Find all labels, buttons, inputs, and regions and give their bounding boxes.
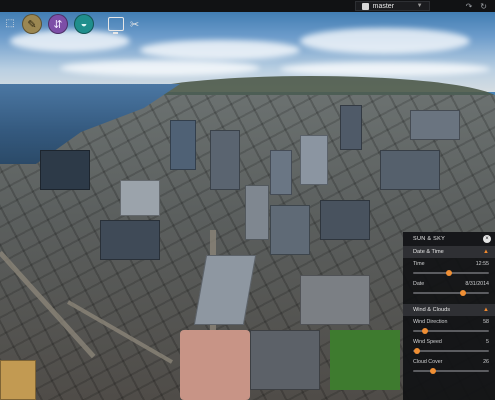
building — [300, 135, 328, 185]
slider-row-wind-speed: Wind Speed 5 — [403, 336, 495, 356]
chevron-down-icon: ▼ — [416, 3, 423, 9]
cursor-icon: ⬚ — [5, 18, 15, 29]
building — [120, 180, 160, 216]
building — [250, 330, 320, 390]
panel-title: SUN & SKY — [413, 236, 446, 242]
slider-thumb[interactable] — [429, 367, 436, 374]
cloud — [140, 40, 300, 60]
branch-icon — [361, 2, 369, 10]
date-slider[interactable] — [413, 289, 489, 297]
park — [330, 330, 400, 390]
slider-track — [413, 350, 489, 352]
slider-value: 58 — [483, 319, 489, 325]
branch-selector[interactable]: master ▼ — [354, 1, 430, 11]
slider-thumb[interactable] — [446, 269, 453, 276]
settings-tool-button[interactable]: ✂ — [130, 18, 139, 31]
section-title: Wind & Clouds — [413, 307, 450, 313]
slider-thumb[interactable] — [422, 327, 429, 334]
select-tool-button[interactable]: ⬚ — [4, 18, 16, 30]
cloud — [280, 62, 490, 76]
present-tool-button[interactable] — [108, 17, 124, 34]
slider-label: Cloud Cover — [413, 359, 443, 365]
slider-row-date: Date 8/31/2014 — [403, 278, 495, 298]
wind-speed-slider[interactable] — [413, 347, 489, 355]
slider-track — [413, 370, 489, 372]
building — [270, 205, 310, 255]
building — [100, 220, 160, 260]
slider-label: Wind Direction — [413, 319, 448, 325]
branch-label: master — [372, 2, 395, 10]
sun-icon: ✎ — [27, 18, 37, 31]
slider-track — [413, 292, 489, 294]
top-bar: master ▼ ↷ ↻ — [0, 0, 495, 12]
building — [40, 150, 90, 190]
building — [170, 120, 196, 170]
slider-label: Time — [413, 261, 425, 267]
time-slider[interactable] — [413, 269, 489, 277]
globe-tool-button[interactable]: ◒ — [74, 14, 94, 34]
building — [410, 110, 460, 140]
building — [270, 150, 292, 195]
panel-header: SUN & SKY × — [403, 232, 495, 246]
building — [210, 130, 240, 190]
slider-value: 12:55 — [475, 261, 489, 267]
close-icon[interactable]: × — [483, 235, 491, 243]
slider-thumb[interactable] — [413, 347, 420, 354]
section-header-date-time[interactable]: Date & Time ▲ — [403, 246, 495, 258]
building — [340, 105, 362, 150]
globe-icon: ◒ — [80, 18, 88, 30]
building — [245, 185, 269, 240]
chevron-up-icon: ▲ — [483, 249, 489, 255]
section-title: Date & Time — [413, 249, 444, 255]
wind-direction-slider[interactable] — [413, 327, 489, 335]
slider-label: Date — [413, 281, 425, 287]
refresh-icon[interactable]: ↻ — [480, 2, 487, 11]
slider-row-cloud-cover: Cloud Cover 26 — [403, 356, 495, 376]
redo-icon[interactable]: ↷ — [466, 2, 473, 11]
layers-tool-button[interactable]: ⇵ — [48, 14, 68, 34]
slider-value: 8/31/2014 — [465, 281, 489, 287]
plaza — [180, 330, 250, 400]
building — [0, 360, 36, 400]
building — [320, 200, 370, 240]
sun-tool-button[interactable]: ✎ — [22, 14, 42, 34]
cloud-cover-slider[interactable] — [413, 367, 489, 375]
cloud — [300, 28, 470, 54]
slider-row-wind-direction: Wind Direction 58 — [403, 316, 495, 336]
sun-and-sky-panel: SUN & SKY × Date & Time ▲ Time 12:55 Dat… — [403, 232, 495, 400]
slider-label: Wind Speed — [413, 339, 442, 345]
chevron-up-icon: ▲ — [483, 307, 489, 313]
cloud — [60, 60, 260, 76]
slider-thumb[interactable] — [460, 289, 467, 296]
layers-icon: ⇵ — [53, 18, 63, 31]
building — [380, 150, 440, 190]
slider-row-time: Time 12:55 — [403, 258, 495, 278]
building — [300, 275, 370, 325]
slider-value: 26 — [483, 359, 489, 365]
slider-value: 5 — [486, 339, 489, 345]
section-header-wind-clouds[interactable]: Wind & Clouds ▲ — [403, 304, 495, 316]
toolbar: ⬚ ✎ ⇵ ◒ ✂ — [4, 14, 139, 34]
wrench-icon: ✂ — [130, 18, 140, 31]
